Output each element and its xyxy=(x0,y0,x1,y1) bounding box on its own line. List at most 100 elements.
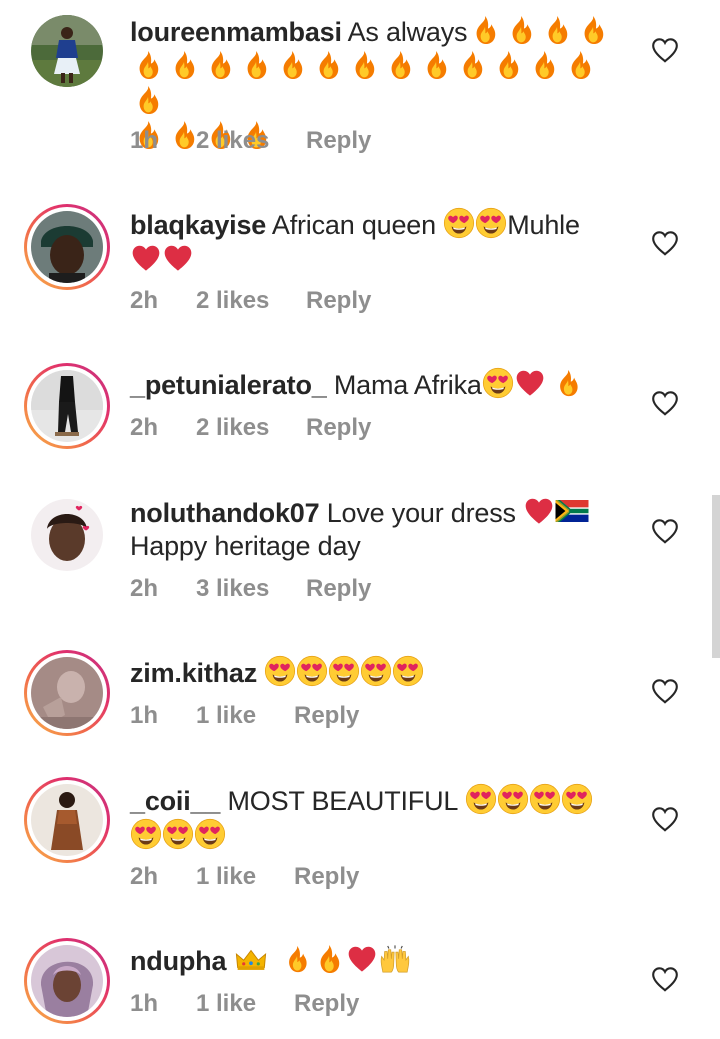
like-heart-icon[interactable] xyxy=(651,966,679,992)
heart-eyes-emoji xyxy=(497,783,529,815)
emoji-run xyxy=(130,52,598,117)
scrollbar[interactable] xyxy=(712,495,720,658)
fire-emoji xyxy=(130,49,166,81)
heart-eyes-emoji xyxy=(529,783,561,815)
avatar-image xyxy=(31,15,103,87)
likes-count[interactable]: 2 likes xyxy=(196,287,306,315)
likes-count[interactable]: 1 like xyxy=(196,990,294,1018)
red-heart-emoji xyxy=(346,943,378,975)
username[interactable]: blaqkayise xyxy=(130,210,266,240)
likes-count[interactable]: 2 likes xyxy=(196,127,306,155)
fire-emoji xyxy=(503,14,539,46)
comment-time: 1h xyxy=(130,990,159,1017)
like-heart-icon[interactable] xyxy=(651,518,679,544)
like-heart-icon[interactable] xyxy=(651,678,679,704)
comment-body: MOST BEAUTIFUL xyxy=(227,786,458,816)
comment-text: zim.kithaz xyxy=(130,655,630,690)
username[interactable]: noluthandok07 xyxy=(130,498,320,528)
avatar-loureenmambasi[interactable] xyxy=(24,8,110,94)
fire-emoji xyxy=(382,49,418,81)
comment-text: ndupha xyxy=(130,943,630,978)
reply-button[interactable]: Reply xyxy=(294,702,359,730)
comment-meta: 2h 2 likes Reply xyxy=(130,414,371,442)
red-heart-emoji xyxy=(523,495,555,527)
heart-eyes-emoji xyxy=(162,818,194,850)
heart-eyes-emoji xyxy=(392,655,424,687)
fire-emoji xyxy=(454,49,490,81)
likes-count[interactable]: 3 likes xyxy=(196,575,306,603)
avatar-image xyxy=(31,945,103,1017)
fire-emoji xyxy=(562,49,598,81)
like-heart-icon[interactable] xyxy=(651,390,679,416)
heart-eyes-emoji xyxy=(328,655,360,687)
red-heart-emoji xyxy=(162,242,194,274)
comment-meta: 2h 1 like Reply xyxy=(130,863,359,891)
emoji-run xyxy=(467,17,611,47)
avatar-noluthandok07[interactable] xyxy=(24,492,110,578)
avatar-coii[interactable] xyxy=(24,777,110,863)
comment-meta: 1h 1 like Reply xyxy=(130,990,359,1018)
reply-button[interactable]: Reply xyxy=(306,414,371,442)
comment-body: As always xyxy=(347,17,468,47)
heart-eyes-emoji xyxy=(475,207,507,239)
comment-body: Mama Afrika xyxy=(333,370,482,400)
crown-emoji xyxy=(234,946,268,972)
comment-body-suffix: Muhle xyxy=(507,210,580,240)
fire-emoji xyxy=(202,49,238,81)
avatar-petunialerato[interactable] xyxy=(24,363,110,449)
reply-button[interactable]: Reply xyxy=(306,127,371,155)
fire-emoji xyxy=(274,49,310,81)
comment-time: 1h xyxy=(130,702,159,729)
fire-emoji xyxy=(282,943,312,975)
heart-eyes-emoji xyxy=(561,783,593,815)
fire-emoji xyxy=(467,14,503,46)
reply-button[interactable]: Reply xyxy=(294,863,359,891)
avatar-ndupha[interactable] xyxy=(24,938,110,1024)
likes-count[interactable]: 1 like xyxy=(196,702,294,730)
avatar-image xyxy=(31,499,103,571)
avatar-image xyxy=(31,211,103,283)
comment-time: 1h xyxy=(130,127,159,154)
like-heart-icon[interactable] xyxy=(651,230,679,256)
south-africa-flag-emoji xyxy=(555,500,589,522)
heart-eyes-emoji xyxy=(296,655,328,687)
username[interactable]: _petunialerato_ xyxy=(130,370,327,400)
heart-eyes-emoji xyxy=(360,655,392,687)
heart-eyes-emoji xyxy=(264,655,296,687)
username[interactable]: zim.kithaz xyxy=(130,658,257,688)
comment-text: _coii__ MOST BEAUTIFUL xyxy=(130,783,630,853)
avatar-image xyxy=(31,370,103,442)
avatar-blaqkayise[interactable] xyxy=(24,204,110,290)
comment-time: 2h xyxy=(130,287,159,314)
likes-count[interactable]: 1 like xyxy=(196,863,294,891)
fire-emoji xyxy=(346,49,382,81)
comment-text: noluthandok07 Love your dress Happy heri… xyxy=(130,495,630,563)
reply-button[interactable]: Reply xyxy=(294,990,359,1018)
username[interactable]: _coii__ xyxy=(130,786,220,816)
reply-button[interactable]: Reply xyxy=(306,575,371,603)
fire-emoji xyxy=(310,49,346,81)
fire-emoji xyxy=(526,49,562,81)
reply-button[interactable]: Reply xyxy=(306,287,371,315)
red-heart-emoji xyxy=(514,367,546,399)
comment-meta: 2h 2 likes Reply xyxy=(130,287,371,315)
raised-hands-emoji xyxy=(378,945,412,975)
fire-emoji xyxy=(539,14,575,46)
comment-body-line2: Happy heritage day xyxy=(130,531,361,561)
comment-meta: 1h 1 like Reply xyxy=(130,702,359,730)
comment-meta: 1h 2 likes Reply xyxy=(130,127,371,155)
heart-eyes-emoji xyxy=(465,783,497,815)
avatar-zimkithaz[interactable] xyxy=(24,650,110,736)
avatar-image xyxy=(31,657,103,729)
username[interactable]: ndupha xyxy=(130,946,226,976)
likes-count[interactable]: 2 likes xyxy=(196,414,306,442)
heart-eyes-emoji xyxy=(194,818,226,850)
like-heart-icon[interactable] xyxy=(651,37,679,63)
fire-emoji xyxy=(238,49,274,81)
like-heart-icon[interactable] xyxy=(651,806,679,832)
comment-body: African queen xyxy=(271,210,436,240)
username[interactable]: loureenmambasi xyxy=(130,17,342,47)
comment-time: 2h xyxy=(130,575,159,602)
red-heart-emoji xyxy=(130,242,162,274)
fire-emoji xyxy=(490,49,526,81)
